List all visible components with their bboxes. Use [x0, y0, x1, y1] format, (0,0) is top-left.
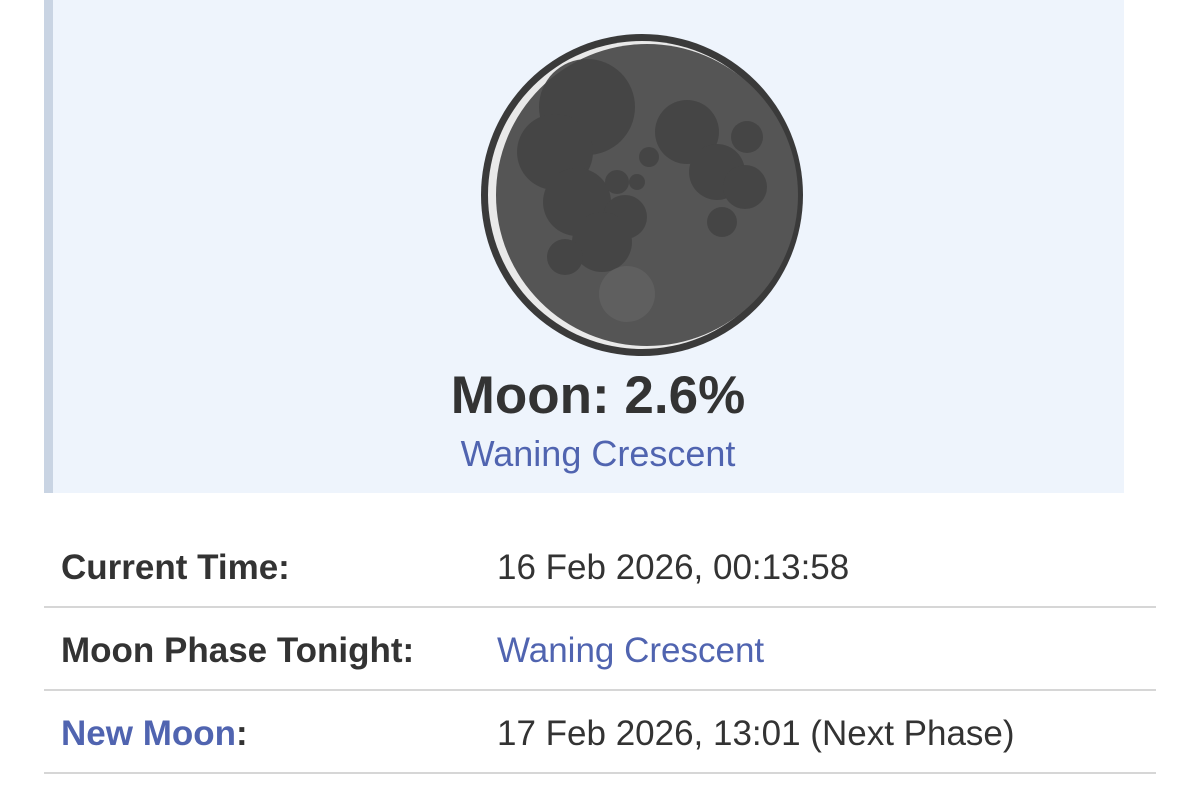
current-time-value: 16 Feb 2026, 00:13:58: [497, 548, 850, 587]
moon-phase-link[interactable]: Waning Crescent: [461, 433, 736, 474]
phase-tonight-value-cell: Waning Crescent: [497, 630, 764, 672]
phase-tonight-label: Moon Phase Tonight:: [61, 631, 415, 670]
moon-crescent-icon: [481, 34, 803, 356]
moon-details-table: Current Time: 16 Feb 2026, 00:13:58 Moon…: [44, 525, 1156, 774]
table-row-current-time: Current Time: 16 Feb 2026, 00:13:58: [44, 525, 1156, 608]
table-row-phase-tonight: Moon Phase Tonight: Waning Crescent: [44, 608, 1156, 691]
phase-tonight-link[interactable]: Waning Crescent: [497, 631, 764, 670]
table-row-new-moon: New Moon: 17 Feb 2026, 13:01 (Next Phase…: [44, 691, 1156, 774]
new-moon-label: New Moon:: [61, 713, 248, 755]
new-moon-value: 17 Feb 2026, 13:01 (Next Phase): [497, 714, 1015, 753]
moon-illumination-title: Moon: 2.6%: [450, 366, 746, 425]
moon-phase-panel: Moon: 2.6% Waning Crescent: [44, 0, 1124, 493]
new-moon-colon: :: [235, 714, 248, 753]
moon-phase-name: Waning Crescent: [53, 432, 1143, 476]
current-time-label: Current Time:: [61, 548, 290, 587]
new-moon-link[interactable]: New Moon: [61, 714, 236, 753]
